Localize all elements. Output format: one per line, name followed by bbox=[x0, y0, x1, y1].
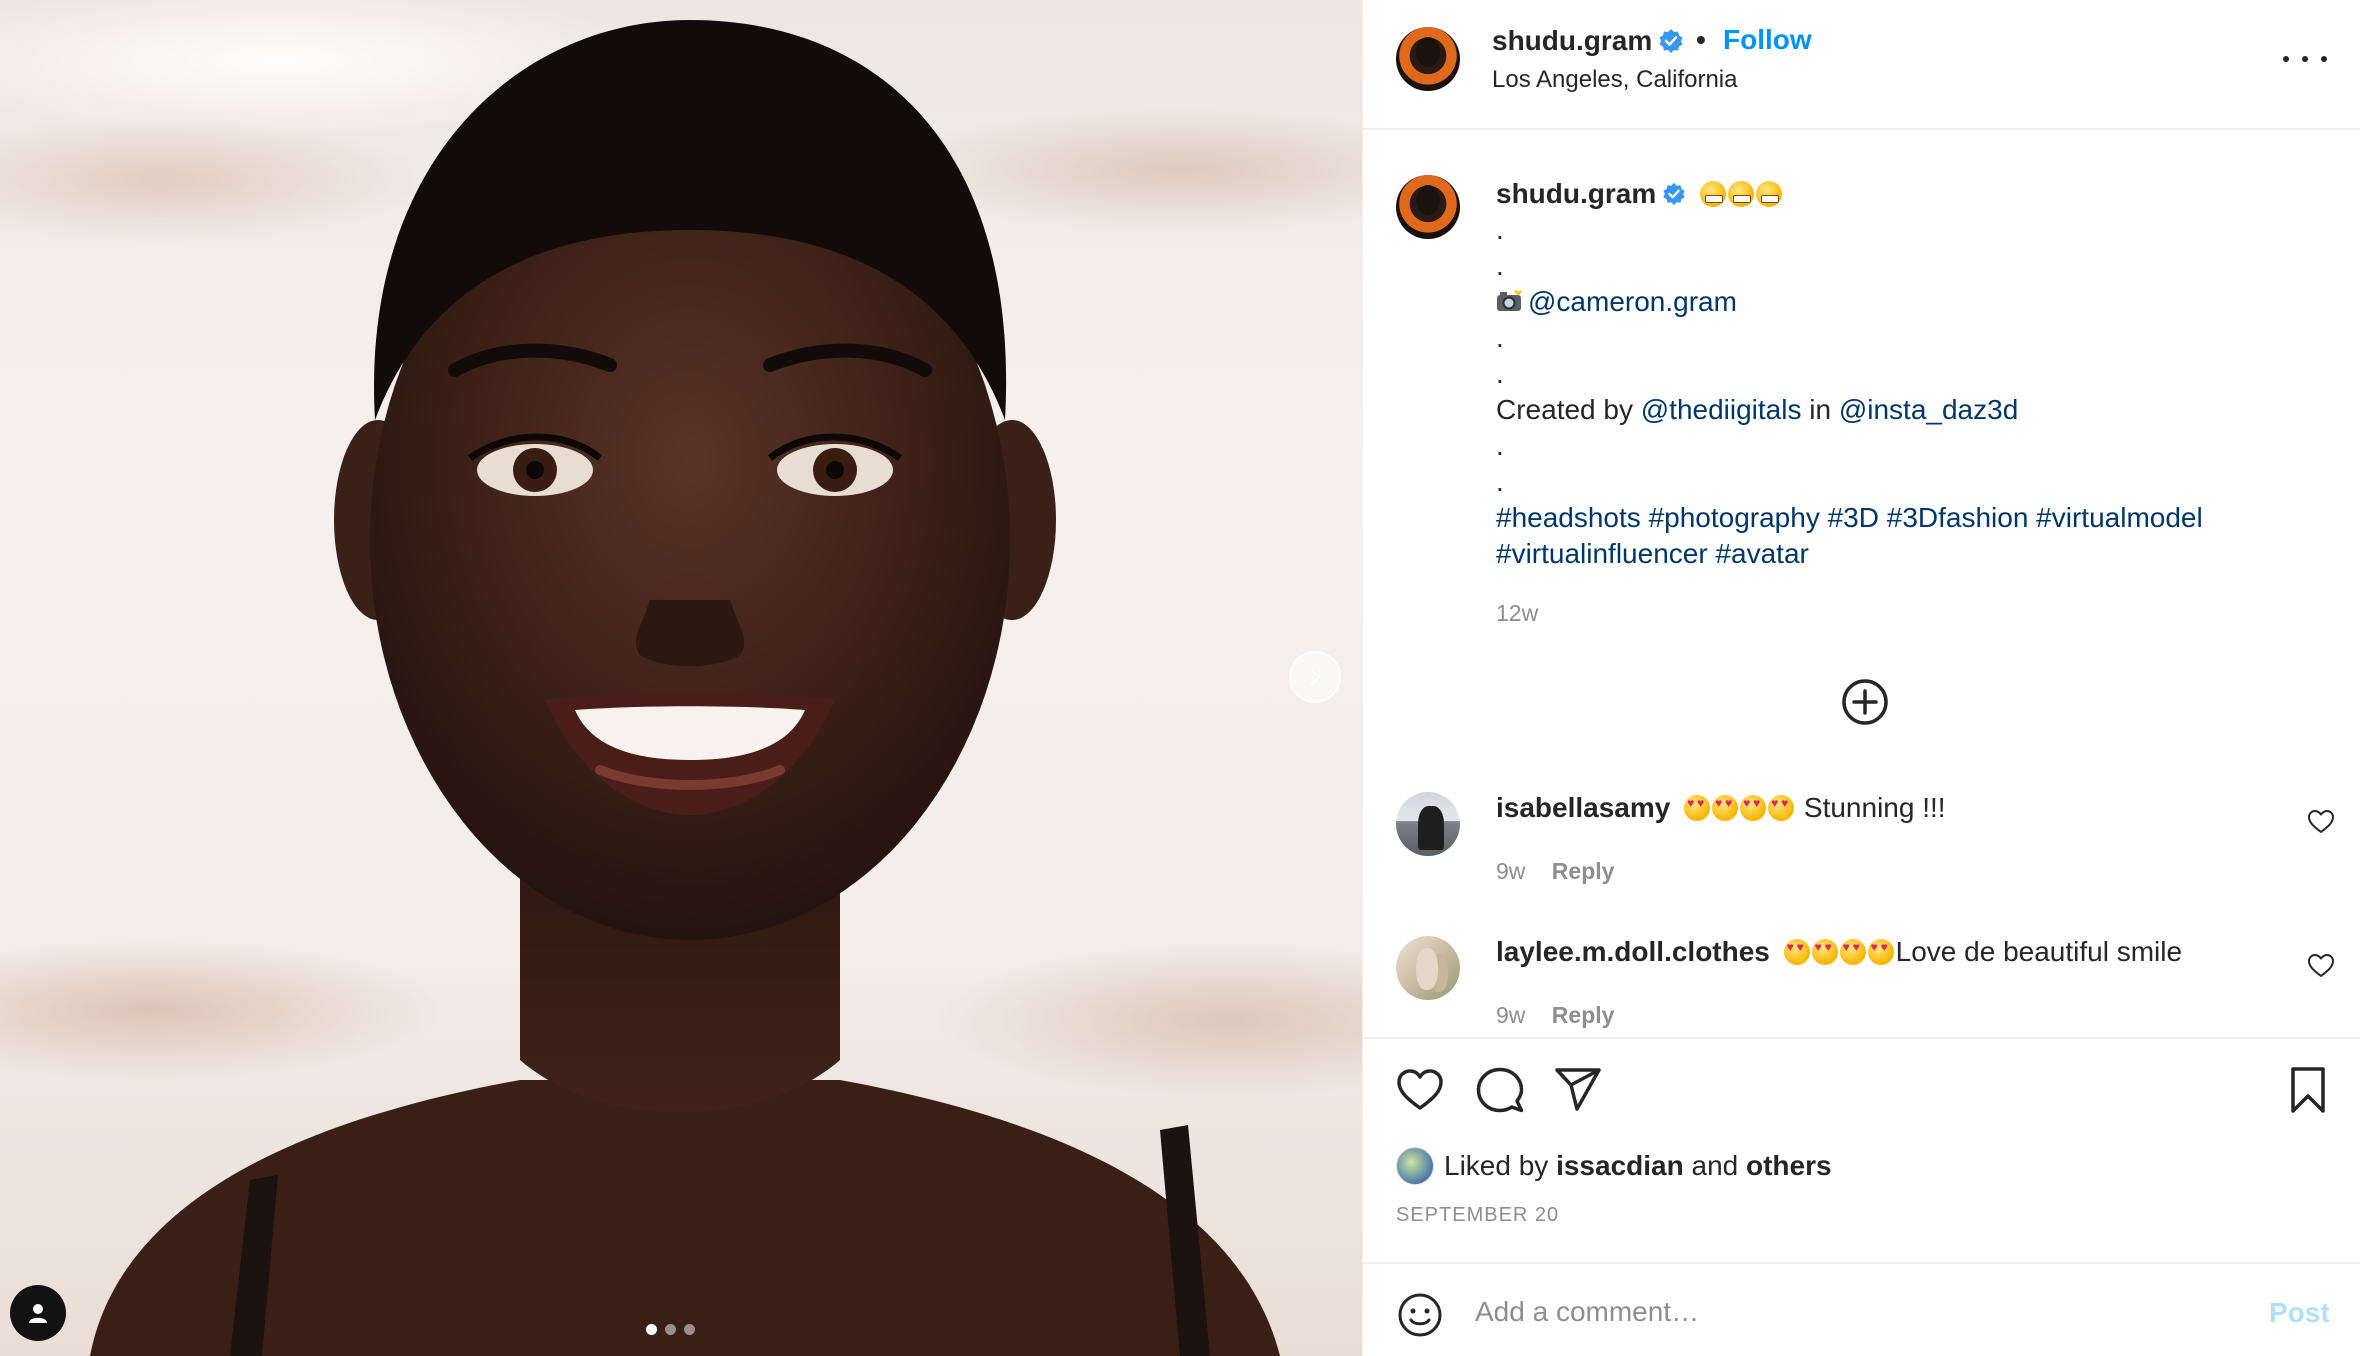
share-paper-plane-icon[interactable] bbox=[1553, 1065, 1603, 1115]
portrait-image bbox=[90, 20, 1280, 1356]
comment-body: Stunning !!! bbox=[1803, 792, 1946, 823]
comment-meta: 9w Reply bbox=[1496, 858, 1614, 885]
author-avatar[interactable] bbox=[1396, 27, 1460, 91]
user-tag-icon bbox=[29, 1304, 47, 1323]
carousel-indicator bbox=[646, 1324, 695, 1335]
comment-heart-icon[interactable] bbox=[2307, 808, 2335, 836]
heart-eyes-emoji-icon bbox=[1712, 794, 1739, 821]
grimace-emoji-icon bbox=[1756, 180, 1783, 207]
heart-eyes-emoji-icon bbox=[1783, 938, 1810, 965]
carousel-next-button[interactable] bbox=[1289, 651, 1341, 703]
liked-by-summary: Liked by issacdian and others bbox=[1396, 1147, 1832, 1185]
carousel-dot bbox=[665, 1324, 676, 1335]
caption-dot: . bbox=[1496, 358, 1504, 389]
caption-username[interactable]: shudu.gram bbox=[1496, 178, 1656, 209]
heart-eyes-emoji-icon bbox=[1839, 938, 1866, 965]
commenter-avatar[interactable] bbox=[1396, 936, 1460, 1000]
heart-eyes-emoji-icon bbox=[1811, 938, 1838, 965]
comment-bubble-icon[interactable] bbox=[1475, 1065, 1525, 1115]
caption-created-by: Created by @thediigitals in @insta_daz3d bbox=[1496, 394, 2019, 425]
post-photo[interactable] bbox=[0, 0, 1362, 1356]
comment: laylee.m.doll.clothes Love de beautiful … bbox=[1496, 936, 2182, 968]
camera-flash-emoji-icon bbox=[1497, 289, 1522, 311]
load-more-comments-icon[interactable] bbox=[1841, 678, 1889, 726]
comment-body: Love de beautiful smile bbox=[1895, 936, 2183, 967]
comment: isabellasamy Stunning !!! bbox=[1496, 792, 1946, 824]
author-username[interactable]: shudu.gram bbox=[1492, 25, 1684, 57]
comment-time: 9w bbox=[1496, 858, 1526, 884]
commenter-avatar[interactable] bbox=[1396, 792, 1460, 856]
verified-badge-icon bbox=[1659, 28, 1683, 53]
post-date[interactable]: SEPTEMBER 20 bbox=[1396, 1204, 1559, 1227]
heart-eyes-emoji-icon bbox=[1867, 938, 1894, 965]
caption-dot: . bbox=[1496, 214, 1504, 245]
header-separator: • bbox=[1696, 24, 1706, 55]
like-heart-icon[interactable] bbox=[1395, 1065, 1445, 1115]
caption-dot: . bbox=[1496, 250, 1504, 281]
emoji-picker-icon[interactable] bbox=[1395, 1290, 1445, 1340]
post-location[interactable]: Los Angeles, California bbox=[1492, 66, 1737, 94]
commenter-username[interactable]: laylee.m.doll.clothes bbox=[1496, 936, 1770, 967]
tagged-users-button[interactable] bbox=[10, 1285, 66, 1341]
chevron-right-icon bbox=[1310, 668, 1321, 686]
creator-mention-link[interactable]: @thediigitals bbox=[1641, 394, 1802, 425]
caption-time[interactable]: 12w bbox=[1496, 600, 1538, 627]
comment-heart-icon[interactable] bbox=[2307, 952, 2335, 980]
verified-badge-icon bbox=[1663, 182, 1685, 205]
comment-input[interactable] bbox=[1475, 1288, 2235, 1336]
more-options-button[interactable] bbox=[2283, 44, 2327, 74]
post-header: shudu.gram • Follow Los Angeles, Califor… bbox=[1363, 0, 2360, 130]
carousel-dot bbox=[646, 1324, 657, 1335]
comment-time: 9w bbox=[1496, 1002, 1526, 1028]
comment-meta: 9w Reply bbox=[1496, 1002, 1614, 1029]
caption-hashtags: #headshots #photography #3D #3Dfashion #… bbox=[1496, 500, 2316, 536]
tool-mention-link[interactable]: @insta_daz3d bbox=[1839, 394, 2018, 425]
photographer-mention-link[interactable]: @cameron.gram bbox=[1528, 286, 1737, 317]
post-actions: Liked by issacdian and others SEPTEMBER … bbox=[1363, 1037, 2360, 1265]
caption-photo-credit: @cameron.gram bbox=[1496, 284, 2316, 320]
commenter-username[interactable]: isabellasamy bbox=[1496, 792, 1670, 823]
bookmark-save-icon[interactable] bbox=[2283, 1065, 2333, 1115]
liker-username[interactable]: issacdian bbox=[1556, 1150, 1684, 1182]
caption-avatar[interactable] bbox=[1396, 175, 1460, 239]
carousel-dot bbox=[684, 1324, 695, 1335]
grimace-emoji-icon bbox=[1728, 180, 1755, 207]
hashtag-links[interactable]: #headshots #photography #3D #3Dfashion #… bbox=[1496, 502, 2203, 533]
post-caption: shudu.gram . . @cameron.gram . . Created… bbox=[1496, 176, 2316, 572]
caption-first-line: shudu.gram bbox=[1496, 176, 2316, 212]
reply-button[interactable]: Reply bbox=[1552, 858, 1615, 884]
grimace-emoji-icon bbox=[1700, 180, 1727, 207]
reply-button[interactable]: Reply bbox=[1552, 1002, 1615, 1028]
hashtag-links[interactable]: #virtualinfluencer #avatar bbox=[1496, 538, 1809, 569]
caption-dot: . bbox=[1496, 466, 1504, 497]
follow-button[interactable]: Follow bbox=[1723, 24, 1812, 56]
heart-eyes-emoji-icon bbox=[1740, 794, 1767, 821]
heart-eyes-emoji-icon bbox=[1768, 794, 1795, 821]
post-side-panel: shudu.gram • Follow Los Angeles, Califor… bbox=[1362, 0, 2360, 1356]
likers-others-link[interactable]: others bbox=[1746, 1150, 1832, 1182]
post-comment-button[interactable]: Post bbox=[2269, 1297, 2330, 1329]
caption-dot: . bbox=[1496, 322, 1504, 353]
add-comment-bar: Post bbox=[1363, 1262, 2360, 1356]
heart-eyes-emoji-icon bbox=[1684, 794, 1711, 821]
caption-dot: . bbox=[1496, 430, 1504, 461]
liker-avatar[interactable] bbox=[1396, 1147, 1434, 1185]
more-options-icon bbox=[2283, 56, 2289, 62]
caption-hashtags: #virtualinfluencer #avatar bbox=[1496, 536, 2316, 572]
